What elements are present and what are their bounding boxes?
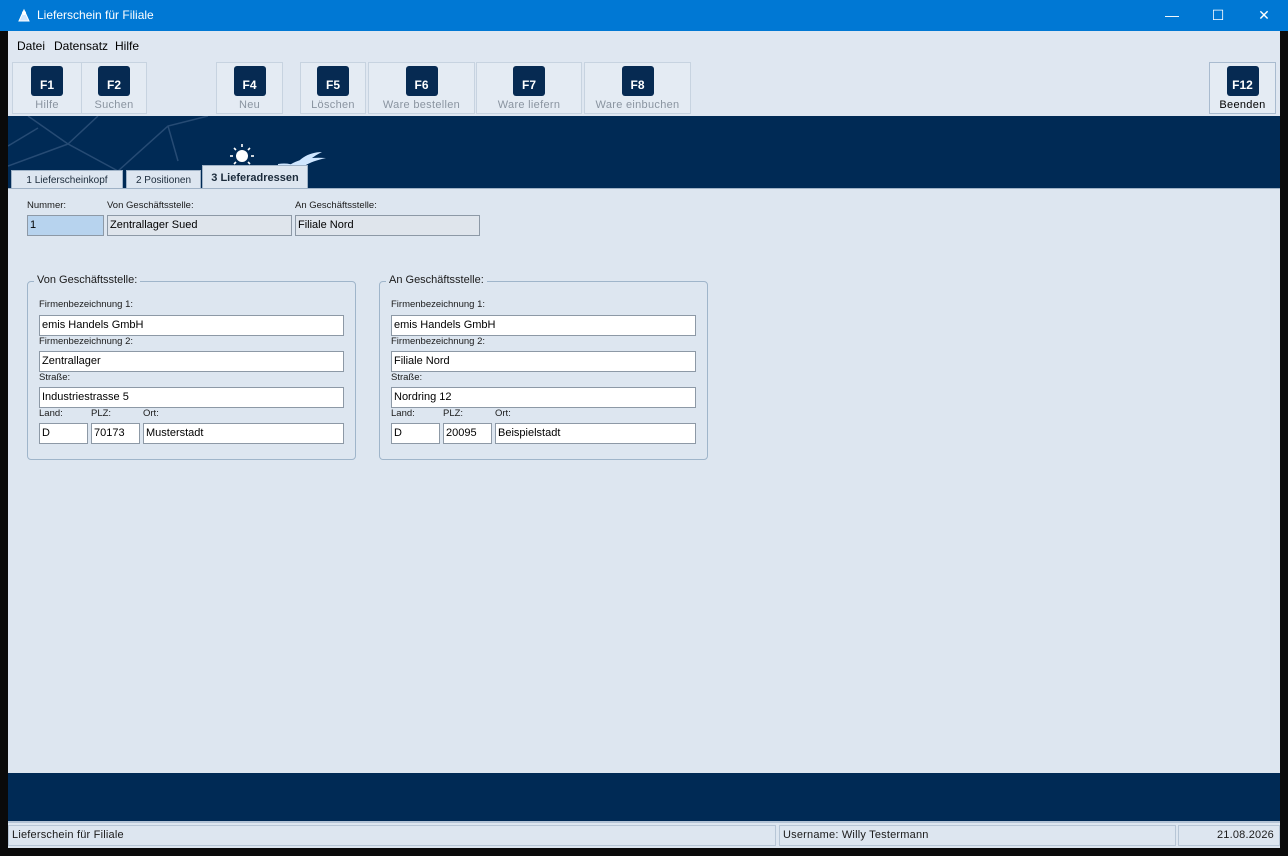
- an-firma1-field[interactable]: emis Handels GmbH: [391, 315, 696, 336]
- menu-datensatz[interactable]: Datensatz: [54, 39, 108, 53]
- von-ort-label: Ort:: [143, 408, 159, 419]
- f2-key: F2: [98, 66, 130, 96]
- tab-lieferscheinkopf[interactable]: 1 Lieferscheinkopf: [11, 170, 123, 189]
- f4-new-button[interactable]: F4 Neu: [216, 62, 283, 114]
- an-land-field[interactable]: D: [391, 423, 440, 444]
- von-strasse-label: Straße:: [39, 372, 71, 383]
- an-plz-label: PLZ:: [443, 408, 464, 419]
- von-firma1-field[interactable]: emis Handels GmbH: [39, 315, 344, 336]
- von-plz-field[interactable]: 70173: [91, 423, 140, 444]
- f8-label: Ware einbuchen: [595, 99, 680, 111]
- tab-lieferadressen[interactable]: 3 Lieferadressen: [202, 165, 308, 189]
- f12-key: F12: [1226, 66, 1259, 96]
- f2-label: Suchen: [94, 99, 134, 111]
- f4-key: F4: [233, 66, 266, 96]
- an-firma2-label: Firmenbezeichnung 2:: [391, 336, 485, 347]
- f4-label: Neu: [238, 99, 261, 111]
- f1-label: Hilfe: [35, 99, 59, 111]
- status-form-name: Lieferschein für Filiale: [8, 825, 776, 846]
- close-button[interactable]: ✕: [1241, 0, 1287, 31]
- an-geschaeftsstelle-field[interactable]: Filiale Nord: [295, 215, 480, 236]
- an-geschaeftsstelle-label: An Geschäftsstelle:: [295, 200, 377, 211]
- f8-book-in-button[interactable]: F8 Ware einbuchen: [584, 62, 691, 114]
- von-geschaeftsstelle-label: Von Geschäftsstelle:: [107, 200, 194, 211]
- von-land-label: Land:: [39, 408, 63, 419]
- von-geschaeftsstelle-field[interactable]: Zentrallager Sued: [107, 215, 292, 236]
- status-username: Username: Willy Testermann: [779, 825, 1176, 846]
- an-group-title: An Geschäftsstelle:: [386, 274, 487, 286]
- an-firma2-field[interactable]: Filiale Nord: [391, 351, 696, 372]
- an-strasse-field[interactable]: Nordring 12: [391, 387, 696, 408]
- f5-key: F5: [317, 66, 349, 96]
- f6-label: Ware bestellen: [382, 99, 461, 111]
- an-ort-label: Ort:: [495, 408, 511, 419]
- f12-exit-button[interactable]: F12 Beenden: [1209, 62, 1276, 114]
- von-ort-field[interactable]: Musterstadt: [143, 423, 344, 444]
- sun-icon: [230, 144, 254, 165]
- an-ort-field[interactable]: Beispielstadt: [495, 423, 696, 444]
- client-area: Datei Datensatz Hilfe F1 Hilfe F2 Suchen…: [8, 31, 1280, 848]
- status-bar: Lieferschein für Filiale Username: Willy…: [8, 821, 1280, 848]
- von-firma2-label: Firmenbezeichnung 2:: [39, 336, 133, 347]
- f5-delete-button[interactable]: F5 Löschen: [300, 62, 366, 114]
- f7-key: F7: [513, 66, 545, 96]
- von-group-title: Von Geschäftsstelle:: [34, 274, 141, 286]
- f6-order-button[interactable]: F6 Ware bestellen: [368, 62, 475, 114]
- f6-key: F6: [405, 66, 438, 96]
- minimize-button[interactable]: —: [1149, 0, 1195, 31]
- lieferadressen-panel: Nummer: 1 Von Geschäftsstelle: Zentralla…: [8, 188, 1280, 773]
- an-address-group: An Geschäftsstelle: Firmenbezeichnung 1:…: [379, 274, 708, 460]
- an-strasse-label: Straße:: [391, 372, 423, 383]
- f7-deliver-button[interactable]: F7 Ware liefern: [476, 62, 582, 114]
- an-firma1-label: Firmenbezeichnung 1:: [391, 299, 485, 310]
- window-title: Lieferschein für Filiale: [37, 8, 154, 22]
- f5-label: Löschen: [311, 99, 355, 111]
- von-firma2-field[interactable]: Zentrallager: [39, 351, 344, 372]
- von-firma1-label: Firmenbezeichnung 1:: [39, 299, 133, 310]
- tab-positionen[interactable]: 2 Positionen: [126, 170, 201, 189]
- von-plz-label: PLZ:: [91, 408, 112, 419]
- status-date: 21.08.2026: [1178, 825, 1280, 846]
- von-address-group: Von Geschäftsstelle: Firmenbezeichnung 1…: [27, 274, 356, 460]
- toolbar: F1 Hilfe F2 Suchen F4 Neu F5 Löschen F6 …: [8, 60, 1280, 116]
- f7-label: Ware liefern: [497, 99, 561, 111]
- f1-help-button[interactable]: F1 Hilfe: [12, 62, 82, 114]
- f8-key: F8: [621, 66, 654, 96]
- von-strasse-field[interactable]: Industriestrasse 5: [39, 387, 344, 408]
- title-bar[interactable]: Lieferschein für Filiale — ☐ ✕: [0, 0, 1288, 31]
- f1-key: F1: [31, 66, 63, 96]
- menu-datei[interactable]: Datei: [17, 39, 45, 53]
- nummer-field[interactable]: 1: [27, 215, 104, 236]
- app-window: Lieferschein für Filiale — ☐ ✕ Datei Dat…: [0, 0, 1288, 856]
- f12-label: Beenden: [1219, 99, 1266, 111]
- maximize-button[interactable]: ☐: [1195, 0, 1241, 31]
- footer-band: [8, 773, 1280, 821]
- app-icon: [18, 8, 30, 22]
- an-plz-field[interactable]: 20095: [443, 423, 492, 444]
- menu-bar: Datei Datensatz Hilfe: [8, 31, 1280, 60]
- an-land-label: Land:: [391, 408, 415, 419]
- von-land-field[interactable]: D: [39, 423, 88, 444]
- nummer-label: Nummer:: [27, 200, 67, 211]
- f2-search-button[interactable]: F2 Suchen: [81, 62, 147, 114]
- menu-hilfe[interactable]: Hilfe: [115, 39, 139, 53]
